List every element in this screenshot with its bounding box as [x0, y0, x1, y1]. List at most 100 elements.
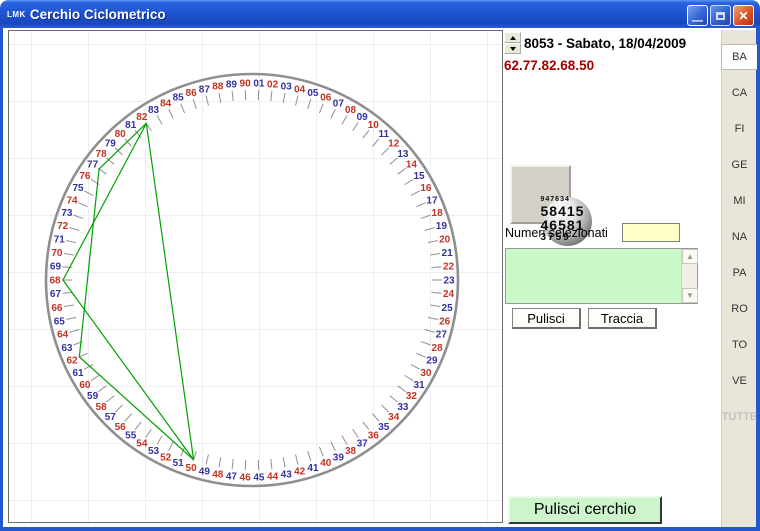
spinner-up-button[interactable]	[504, 32, 521, 43]
circle-number[interactable]: 34	[388, 412, 400, 423]
circle-number[interactable]: 70	[51, 248, 63, 259]
circle-number[interactable]: 25	[442, 303, 454, 314]
circle-number[interactable]: 48	[212, 469, 224, 480]
circle-number[interactable]: 30	[420, 368, 432, 379]
title-bar[interactable]: LMK Cerchio Ciclometrico — ✕	[0, 0, 760, 28]
circle-number[interactable]: 77	[87, 160, 99, 171]
circle-number[interactable]: 18	[432, 208, 444, 219]
circle-number[interactable]: 49	[199, 467, 211, 478]
wheel-tab-na[interactable]: NA	[722, 224, 757, 250]
circle-number[interactable]: 38	[345, 446, 357, 457]
circle-number[interactable]: 50	[186, 463, 198, 474]
circle-number[interactable]: 46	[240, 472, 252, 483]
wheel-tab-ba[interactable]: BA	[721, 44, 757, 70]
circle-number[interactable]: 89	[226, 79, 238, 90]
circle-number[interactable]: 17	[426, 195, 438, 206]
circle-number[interactable]: 14	[406, 160, 418, 171]
close-button[interactable]: ✕	[733, 5, 754, 26]
circle-number[interactable]: 64	[57, 330, 69, 341]
circle-number[interactable]: 61	[72, 368, 84, 379]
circle-number[interactable]: 51	[173, 458, 185, 469]
circle-number[interactable]: 81	[125, 120, 137, 131]
circle-number[interactable]: 87	[199, 84, 211, 95]
circle-number[interactable]: 02	[267, 79, 279, 90]
circle-number[interactable]: 03	[281, 81, 293, 92]
circle-number[interactable]: 63	[61, 343, 73, 354]
circle-number[interactable]: 79	[105, 139, 117, 150]
circle-number[interactable]: 39	[333, 452, 345, 463]
minimize-button[interactable]: —	[687, 5, 708, 26]
circle-number[interactable]: 45	[253, 472, 265, 483]
circle-number[interactable]: 29	[426, 356, 438, 367]
circle-number[interactable]: 27	[436, 330, 448, 341]
circle-number[interactable]: 06	[320, 93, 332, 104]
circle-number[interactable]: 62	[66, 356, 78, 367]
circle-number[interactable]: 13	[397, 149, 409, 160]
wheel-tab-pa[interactable]: PA	[722, 260, 757, 286]
circle-number[interactable]: 42	[294, 467, 306, 478]
circle-number[interactable]: 01	[253, 79, 265, 90]
circle-number[interactable]: 67	[50, 289, 62, 300]
circle-number[interactable]: 05	[307, 88, 319, 99]
wheel-tab-ve[interactable]: VE	[722, 368, 757, 394]
circle-number[interactable]: 59	[87, 391, 99, 402]
circle-number[interactable]: 44	[267, 471, 279, 482]
circle-number[interactable]: 65	[54, 316, 66, 327]
pulisci-button[interactable]: Pulisci	[512, 308, 581, 329]
circle-number[interactable]: 69	[50, 262, 62, 273]
circle-number[interactable]: 20	[439, 234, 451, 245]
circle-number[interactable]: 86	[186, 88, 198, 99]
circle-number[interactable]: 85	[173, 93, 185, 104]
selected-numbers-input[interactable]	[622, 223, 680, 242]
circle-number[interactable]: 36	[368, 431, 380, 442]
circle-number[interactable]: 71	[54, 234, 66, 245]
listbox-scrollbar[interactable]: ▲ ▼	[681, 249, 697, 303]
traccia-button[interactable]: Traccia	[588, 308, 657, 329]
circle-number[interactable]: 60	[79, 380, 91, 391]
circle-number[interactable]: 56	[115, 422, 127, 433]
numbers-listbox[interactable]: ▲ ▼	[505, 248, 698, 304]
circle-number[interactable]: 75	[72, 183, 84, 194]
circle-number[interactable]: 07	[333, 98, 345, 109]
circle-number[interactable]: 73	[61, 208, 73, 219]
pulisci-cerchio-button[interactable]: Pulisci cerchio	[508, 496, 662, 524]
wheel-tab-ro[interactable]: RO	[722, 296, 757, 322]
circle-number[interactable]: 83	[148, 105, 160, 116]
lottery-ball-button[interactable]: 947634 58415 46581 3759	[510, 165, 571, 224]
circle-number[interactable]: 09	[357, 112, 369, 123]
circle-number[interactable]: 88	[212, 81, 224, 92]
circle-number[interactable]: 08	[345, 105, 357, 116]
circle-number[interactable]: 15	[414, 171, 426, 182]
circle-number[interactable]: 53	[148, 446, 160, 457]
circle-number[interactable]: 52	[160, 452, 172, 463]
circle-number[interactable]: 57	[105, 412, 117, 423]
circle-number[interactable]: 23	[443, 275, 455, 286]
circle-number[interactable]: 19	[436, 221, 448, 232]
circle-number[interactable]: 31	[414, 380, 426, 391]
circle-number[interactable]: 04	[294, 84, 306, 95]
circle-number[interactable]: 47	[226, 471, 238, 482]
circle-number[interactable]: 58	[96, 402, 108, 413]
circle-number[interactable]: 22	[443, 262, 455, 273]
maximize-button[interactable]	[710, 5, 731, 26]
circle-number[interactable]: 21	[442, 248, 454, 259]
wheel-tab-fi[interactable]: FI	[722, 116, 757, 142]
circle-number[interactable]: 35	[378, 422, 390, 433]
circle-number[interactable]: 72	[57, 221, 69, 232]
scroll-down-icon[interactable]: ▼	[682, 288, 698, 303]
circle-number[interactable]: 76	[79, 171, 91, 182]
circle-number[interactable]: 55	[125, 431, 137, 442]
circle-number[interactable]: 28	[432, 343, 444, 354]
wheel-tab-ge[interactable]: GE	[722, 152, 757, 178]
circle-number[interactable]: 78	[96, 149, 108, 160]
wheel-tab-to[interactable]: TO	[722, 332, 757, 358]
circle-number[interactable]: 54	[136, 439, 148, 450]
circle-number[interactable]: 90	[240, 79, 252, 90]
wheel-tab-ca[interactable]: CA	[722, 80, 757, 106]
wheel-tab-mi[interactable]: MI	[722, 188, 757, 214]
circle-number[interactable]: 74	[66, 195, 78, 206]
circle-number[interactable]: 40	[320, 458, 332, 469]
spinner-down-button[interactable]	[504, 43, 521, 54]
circle-number[interactable]: 32	[406, 391, 418, 402]
circle-number[interactable]: 84	[160, 98, 172, 109]
